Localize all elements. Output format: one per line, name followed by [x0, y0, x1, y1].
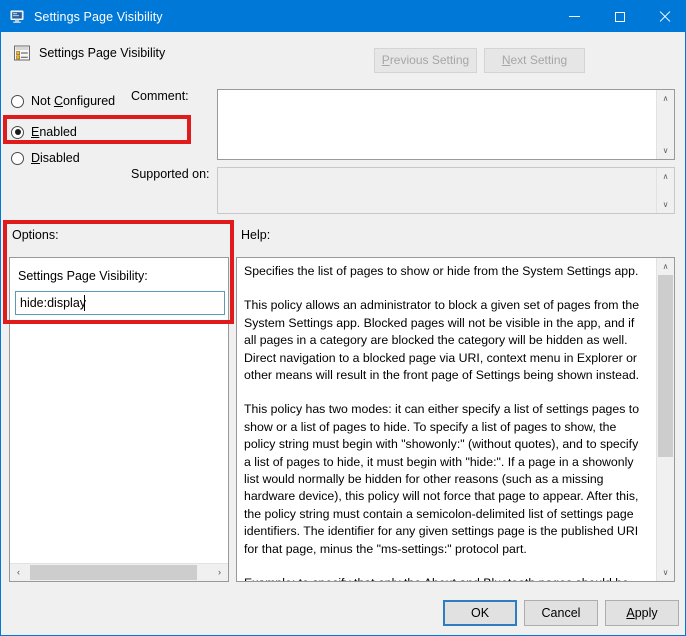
previous-setting-button[interactable]: Previous Setting — [374, 48, 477, 73]
text-caret — [84, 295, 85, 311]
settings-page-visibility-label: Settings Page Visibility: — [18, 269, 148, 283]
radio-not-configured-indicator — [11, 95, 24, 108]
options-section-label: Options: — [12, 228, 59, 242]
help-scroll-down-icon[interactable]: ∨ — [657, 564, 674, 581]
policy-setting-icon — [13, 44, 31, 62]
radio-disabled-label: Disabled — [31, 151, 80, 165]
options-scroll-thumb[interactable] — [30, 565, 197, 580]
close-button[interactable] — [642, 1, 686, 32]
title-bar: Settings Page Visibility — [1, 1, 686, 32]
settings-page-visibility-input[interactable] — [15, 291, 225, 315]
help-scrollbar[interactable]: ∧ ∨ — [656, 258, 674, 581]
help-paragraph: This policy allows an administrator to b… — [244, 297, 648, 384]
apply-button[interactable]: Apply — [605, 600, 679, 626]
radio-disabled[interactable]: Disabled — [11, 148, 80, 168]
settings-page-visibility-dialog: Settings Page Visibility Set — [0, 0, 686, 636]
options-scroll-right-icon[interactable]: › — [211, 564, 228, 581]
comment-scrollbar[interactable]: ∧ ∨ — [656, 90, 674, 159]
supported-scroll-track[interactable] — [657, 185, 674, 196]
radio-enabled[interactable]: Enabled — [11, 122, 77, 142]
radio-not-configured[interactable]: Not Configured — [11, 91, 115, 111]
previous-setting-accesskey: P — [382, 53, 390, 67]
minimize-icon — [569, 16, 580, 17]
next-setting-button[interactable]: Next Setting — [484, 48, 585, 73]
window-title: Settings Page Visibility — [34, 10, 163, 24]
supported-on-scrollbar[interactable]: ∧ ∨ — [656, 168, 674, 213]
comment-textarea-area[interactable] — [218, 90, 656, 159]
maximize-button[interactable] — [597, 1, 642, 32]
radio-enabled-indicator — [11, 126, 24, 139]
help-text: Specifies the list of pages to show or h… — [237, 258, 656, 581]
policy-monitor-icon — [10, 9, 26, 25]
comment-scroll-up-icon[interactable]: ∧ — [657, 90, 674, 107]
close-icon — [659, 11, 670, 22]
supported-on-label: Supported on: — [131, 167, 210, 181]
comment-label: Comment: — [131, 89, 189, 103]
minimize-button[interactable] — [552, 1, 597, 32]
page-title: Settings Page Visibility — [39, 46, 165, 60]
options-scroll-left-icon[interactable]: ‹ — [10, 564, 27, 581]
window-controls — [552, 1, 686, 32]
help-panel: Specifies the list of pages to show or h… — [236, 257, 675, 582]
help-scroll-up-icon[interactable]: ∧ — [657, 258, 674, 275]
supported-scroll-down-icon[interactable]: ∨ — [657, 196, 674, 213]
help-scroll-track[interactable] — [657, 275, 674, 564]
supported-on-area — [218, 168, 656, 213]
apply-accesskey: A — [626, 606, 634, 620]
help-paragraph: Specifies the list of pages to show or h… — [244, 263, 648, 280]
options-scroll-track[interactable] — [27, 564, 211, 581]
next-setting-label: ext Setting — [510, 53, 567, 67]
supported-scroll-up-icon[interactable]: ∧ — [657, 168, 674, 185]
help-section-label: Help: — [241, 228, 270, 242]
previous-setting-label: revious Setting — [390, 53, 469, 67]
comment-scroll-track[interactable] — [657, 107, 674, 142]
supported-on-textarea: ∧ ∨ — [217, 167, 675, 214]
apply-label: pply — [635, 606, 658, 620]
radio-not-configured-label: Not Configured — [31, 94, 115, 108]
cancel-button[interactable]: Cancel — [524, 600, 598, 626]
comment-scroll-down-icon[interactable]: ∨ — [657, 142, 674, 159]
help-scroll-thumb[interactable] — [658, 275, 673, 457]
radio-disabled-indicator — [11, 152, 24, 165]
help-paragraph: This policy has two modes: it can either… — [244, 401, 648, 558]
options-panel: Settings Page Visibility: ‹ › — [9, 257, 229, 582]
help-paragraph: Example: to specify that only the About … — [244, 575, 648, 581]
comment-textarea[interactable]: ∧ ∨ — [217, 89, 675, 160]
options-horizontal-scrollbar[interactable]: ‹ › — [10, 563, 228, 581]
radio-enabled-label: Enabled — [31, 125, 77, 139]
ok-button[interactable]: OK — [443, 600, 517, 626]
maximize-icon — [615, 12, 625, 22]
